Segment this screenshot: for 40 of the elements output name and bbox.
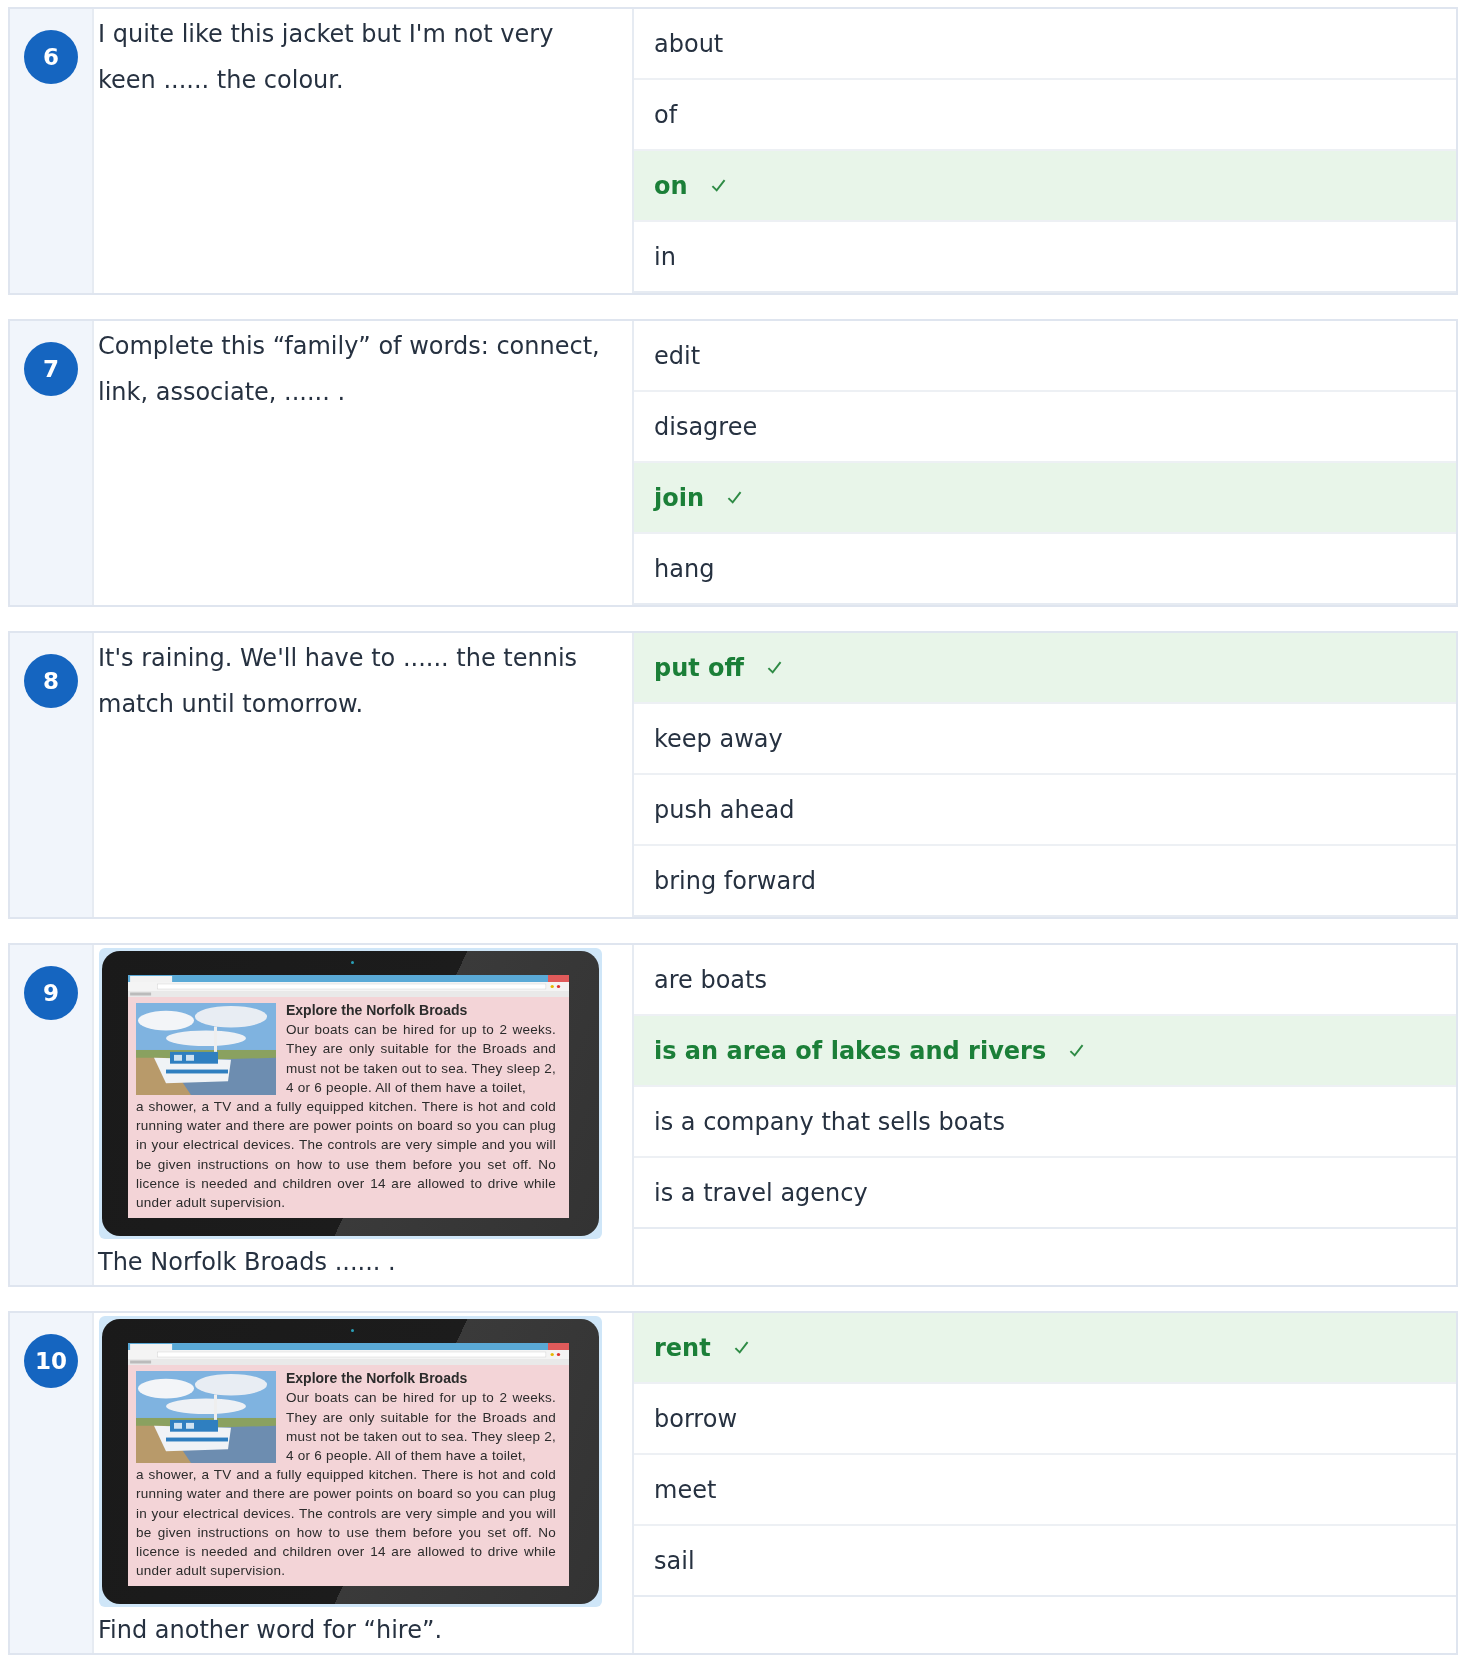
answer-option[interactable]: hang xyxy=(634,534,1456,605)
check-icon xyxy=(726,489,744,506)
answer-option[interactable]: rent xyxy=(634,1313,1456,1385)
question-text: The Norfolk Broads ...... . xyxy=(98,1247,397,1279)
answer-option[interactable]: bring forward xyxy=(634,846,1456,917)
question-text: Complete this “family” of words: connect, link, associate, ...... . xyxy=(98,331,601,408)
answer-option[interactable]: join xyxy=(634,463,1456,534)
check-icon xyxy=(766,659,784,676)
answer-option[interactable]: meet xyxy=(634,1455,1456,1527)
answer-option[interactable]: on xyxy=(634,151,1456,222)
ad-heading: Explore the Norfolk Broads xyxy=(286,1001,469,1020)
question-number: 9 xyxy=(24,966,78,1020)
ad-heading: Explore the Norfolk Broads xyxy=(286,1369,469,1389)
answer-option[interactable]: is a travel agency xyxy=(634,1158,1456,1229)
question-text: I quite like this jacket but I'm not very keen ...... the colour. xyxy=(98,19,555,96)
answer-option[interactable]: push ahead xyxy=(634,775,1456,846)
answer-option[interactable]: is an area of lakes and rivers xyxy=(634,1016,1456,1087)
answer-option[interactable]: sail xyxy=(634,1526,1456,1598)
question-text: Find another word for “hire”. xyxy=(98,1615,443,1647)
answer-option[interactable]: keep away xyxy=(634,704,1456,775)
ad-text: Our boats can be hired for up to 2 weeks. They are only suitable for the Broads and must not be taken out to sea. They sleep 2, 4 or 6 people. All of them have a toilet, xyxy=(286,1021,556,1097)
answer-option[interactable]: is a company that sells boats xyxy=(634,1087,1456,1158)
question-number: 10 xyxy=(24,1334,78,1389)
camera-icon xyxy=(350,1329,354,1333)
answer-option[interactable]: about xyxy=(634,9,1456,80)
answer-option[interactable]: put off xyxy=(634,633,1456,704)
question-text: It's raining. We'll have to ...... the tennis match until tomorrow. xyxy=(98,643,579,720)
ad-text: Our boats can be hired for up to 2 weeks. They are only suitable for the Broads and must not be taken out to sea. They sleep 2, 4 or 6 people. All of them have a toilet, xyxy=(286,1389,556,1466)
ad-text: a shower, a TV and a fully equipped kitchen. There is hot and cold running water and there are power points on board so you can plug in your electrical devices. The controls are very simple and you will be given instructions on how to use them before you set off. No licence is needed and children over 14 are allowed to drive while under adult supervision. xyxy=(136,1098,556,1213)
answer-option[interactable]: edit xyxy=(634,321,1456,392)
ad-text: a shower, a TV and a fully equipped kitchen. There is hot and cold running water and there are power points on board so you can plug in your electrical devices. The controls are very simple and you will be given instructions on how to use them before you set off. No licence is needed and children over 14 are allowed to drive while under adult supervision. xyxy=(136,1466,556,1581)
answer-option[interactable]: in xyxy=(634,222,1456,293)
answer-option[interactable]: borrow xyxy=(634,1384,1456,1456)
question-number: 7 xyxy=(24,342,78,396)
check-icon xyxy=(732,1339,750,1357)
check-icon xyxy=(1068,1042,1086,1059)
question-number: 6 xyxy=(24,30,78,84)
check-icon xyxy=(709,177,727,194)
question-number: 8 xyxy=(24,654,78,708)
camera-icon xyxy=(350,961,354,964)
